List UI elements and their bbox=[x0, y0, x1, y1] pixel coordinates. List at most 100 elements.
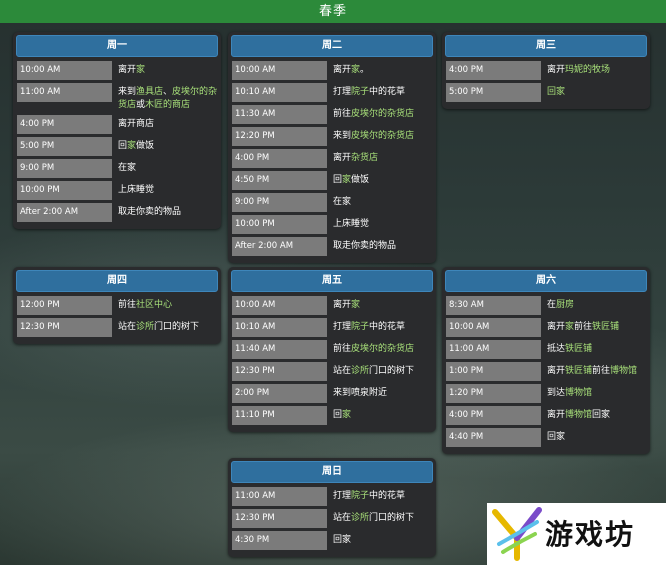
activity-text: 、 bbox=[163, 87, 173, 97]
day-header: 周二 bbox=[231, 35, 433, 57]
schedule-row: 4:00 PM 离开玛妮的牧场 bbox=[446, 61, 647, 80]
schedule-time: 1:20 PM bbox=[446, 384, 541, 403]
schedule-activity: 回家 bbox=[327, 531, 433, 547]
schedule-time: 10:00 AM bbox=[17, 61, 112, 80]
day-card-sat: 周六 8:30 AM 在厨房 10:00 AM 离开家前往铁匠铺 11:00 AM 抵达铁匠… bbox=[442, 267, 650, 454]
activity-text: 中的花草 bbox=[369, 491, 406, 501]
day-card-sun: 周日 11:00 AM 打理院子中的花草 12:30 PM 站在诊所门口的树下 4:30 … bbox=[228, 458, 436, 557]
location-highlight: 木匠的商店 bbox=[145, 100, 191, 110]
schedule-row: 5:00 PM 回家做饭 bbox=[17, 137, 218, 156]
activity-text: 来到 bbox=[333, 131, 352, 141]
activity-text: 中的花草 bbox=[369, 322, 406, 332]
schedule-time: 12:30 PM bbox=[17, 318, 112, 337]
season-title-bar: 春季 bbox=[0, 0, 666, 23]
schedule-time: 10:00 PM bbox=[17, 181, 112, 200]
activity-text: 做饭 bbox=[136, 141, 155, 151]
schedule-activity: 离开铁匠铺前往博物馆 bbox=[541, 362, 647, 378]
schedule-time: 10:00 AM bbox=[446, 318, 541, 337]
location-highlight: 厨房 bbox=[556, 300, 575, 310]
schedule-activity: 取走你卖的物品 bbox=[112, 203, 218, 219]
location-highlight: 院子 bbox=[351, 491, 370, 501]
schedule-time: 11:00 AM bbox=[17, 83, 112, 102]
activity-text: 做饭 bbox=[351, 175, 370, 185]
schedule-activity: 站在诊所门口的树下 bbox=[327, 509, 433, 525]
schedule-row: 9:00 PM 在家 bbox=[232, 193, 433, 212]
activity-text: 站在 bbox=[333, 366, 352, 376]
schedule-time: 4:00 PM bbox=[17, 115, 112, 134]
watermark-text: 游戏坊 bbox=[545, 518, 636, 551]
day-header: 周三 bbox=[445, 35, 647, 57]
schedule-time: 11:00 AM bbox=[446, 340, 541, 359]
schedule-time: 4:00 PM bbox=[232, 149, 327, 168]
schedule-activity: 在厨房 bbox=[541, 296, 647, 312]
location-highlight: 家 bbox=[342, 410, 352, 420]
schedule-row: 5:00 PM 回家 bbox=[446, 83, 647, 102]
activity-text: 离开 bbox=[547, 65, 566, 75]
location-highlight: 渔具店 bbox=[136, 87, 164, 97]
location-highlight: 家 bbox=[127, 141, 137, 151]
activity-text: 回家 bbox=[592, 410, 611, 420]
schedule-row: 12:30 PM 站在诊所门口的树下 bbox=[232, 362, 433, 381]
schedule-time: 10:00 PM bbox=[232, 215, 327, 234]
location-highlight: 社区中心 bbox=[136, 300, 173, 310]
activity-text: 前往 bbox=[592, 366, 611, 376]
activity-text: 站在 bbox=[333, 513, 352, 523]
schedule-row: 10:10 AM 打理院子中的花草 bbox=[232, 318, 433, 337]
schedule-activity: 前往皮埃尔的杂货店 bbox=[327, 105, 433, 121]
activity-text: 门口的树下 bbox=[369, 366, 415, 376]
activity-text: 在家 bbox=[333, 197, 352, 207]
schedule-time: 2:00 PM bbox=[232, 384, 327, 403]
schedule-activity: 离开商店 bbox=[112, 115, 218, 131]
schedule-row: 4:00 PM 离开杂货店 bbox=[232, 149, 433, 168]
schedule-row: After 2:00 AM 取走你卖的物品 bbox=[232, 237, 433, 256]
activity-text: 离开 bbox=[118, 65, 137, 75]
schedule-time: 12:20 PM bbox=[232, 127, 327, 146]
location-highlight: 博物馆 bbox=[610, 366, 638, 376]
day-card-mon: 周一 10:00 AM 离开家 11:00 AM 来到渔具店、皮埃尔的杂货店或木匠的商店… bbox=[13, 32, 221, 229]
schedule-time: 11:00 AM bbox=[232, 487, 327, 506]
schedule-activity: 回家 bbox=[541, 83, 647, 99]
activity-text: 门口的树下 bbox=[369, 513, 415, 523]
day-header: 周六 bbox=[445, 270, 647, 292]
schedule-time: 4:00 PM bbox=[446, 61, 541, 80]
location-highlight: 皮埃尔的杂货店 bbox=[351, 131, 415, 141]
activity-text: 中的花草 bbox=[369, 87, 406, 97]
schedule-row: 12:00 PM 前往社区中心 bbox=[17, 296, 218, 315]
location-highlight: 诊所 bbox=[136, 322, 155, 332]
schedule-activity: 前往皮埃尔的杂货店 bbox=[327, 340, 433, 356]
schedule-activity: 取走你卖的物品 bbox=[327, 237, 433, 253]
activity-text: 上床睡觉 bbox=[118, 185, 155, 195]
schedule-activity: 离开家 bbox=[112, 61, 218, 77]
location-highlight: 诊所 bbox=[351, 513, 370, 523]
schedule-row: After 2:00 AM 取走你卖的物品 bbox=[17, 203, 218, 222]
location-highlight: 家 bbox=[565, 322, 575, 332]
activity-text: 打理 bbox=[333, 491, 352, 501]
schedule-activity: 离开玛妮的牧场 bbox=[541, 61, 647, 77]
activity-text: 前往 bbox=[333, 109, 352, 119]
activity-text: 打理 bbox=[333, 87, 352, 97]
schedule-time: 1:00 PM bbox=[446, 362, 541, 381]
schedule-activity: 在家 bbox=[327, 193, 433, 209]
schedule-activity: 站在诊所门口的树下 bbox=[327, 362, 433, 378]
day-card-wed: 周三 4:00 PM 离开玛妮的牧场 5:00 PM 回家 bbox=[442, 32, 650, 109]
schedule-row: 4:00 PM 离开商店 bbox=[17, 115, 218, 134]
schedule-activity: 回家 bbox=[541, 428, 647, 444]
day-header: 周日 bbox=[231, 461, 433, 483]
activity-text: 取走你卖的物品 bbox=[333, 241, 397, 251]
schedule-activity: 来到喷泉附近 bbox=[327, 384, 433, 400]
logo-icon bbox=[492, 507, 542, 561]
activity-text: 离开 bbox=[547, 322, 566, 332]
schedule-time: 12:30 PM bbox=[232, 362, 327, 381]
location-highlight: 家 bbox=[342, 175, 352, 185]
schedule-time: 12:00 PM bbox=[17, 296, 112, 315]
schedule-time: 9:00 PM bbox=[17, 159, 112, 178]
activity-text: 离开商店 bbox=[118, 119, 155, 129]
day-header: 周五 bbox=[231, 270, 433, 292]
schedule-row: 11:40 AM 前往皮埃尔的杂货店 bbox=[232, 340, 433, 359]
location-highlight: 家 bbox=[351, 300, 361, 310]
activity-text: 或 bbox=[136, 100, 146, 110]
activity-text: 抵达 bbox=[547, 344, 566, 354]
activity-text: 来到喷泉附近 bbox=[333, 388, 388, 398]
schedule-activity: 在家 bbox=[112, 159, 218, 175]
schedule-row: 10:00 AM 离开家 bbox=[17, 61, 218, 80]
